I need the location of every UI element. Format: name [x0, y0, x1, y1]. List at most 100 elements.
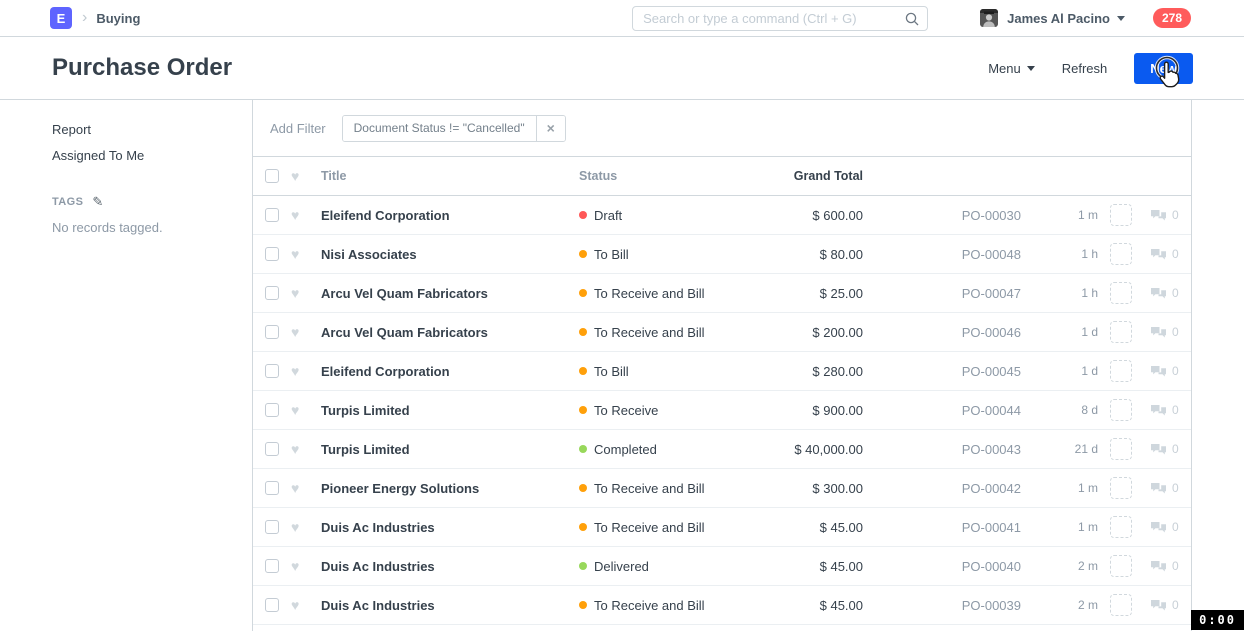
user-menu[interactable]: James Al Pacino	[1007, 11, 1125, 26]
notification-badge[interactable]: 278	[1153, 8, 1191, 28]
status-text: To Bill	[594, 364, 629, 379]
add-filter-button[interactable]: Add Filter	[270, 121, 326, 136]
new-button[interactable]: New	[1134, 53, 1193, 84]
assign-to-placeholder[interactable]	[1110, 399, 1132, 421]
liked-by-filter-heart-icon[interactable]: ♥	[291, 169, 321, 183]
row-title[interactable]: Arcu Vel Quam Fabricators	[321, 286, 579, 301]
sidebar-item-assigned-to-me[interactable]: Assigned To Me	[52, 148, 232, 163]
row-title[interactable]: Arcu Vel Quam Fabricators	[321, 325, 579, 340]
row-comments: 0	[1143, 286, 1191, 300]
like-heart-icon[interactable]: ♥	[291, 325, 321, 339]
like-heart-icon[interactable]: ♥	[291, 286, 321, 300]
row-title[interactable]: Duis Ac Industries	[321, 559, 579, 574]
top-navbar: E › Buying James Al Pacino 278	[0, 0, 1244, 37]
assign-to-placeholder[interactable]	[1110, 321, 1132, 343]
table-row[interactable]: ♥ Eleifend Corporation Draft $ 600.00 PO…	[253, 196, 1191, 235]
row-document-id[interactable]: PO-00043	[863, 442, 1021, 457]
like-heart-icon[interactable]: ♥	[291, 442, 321, 456]
row-checkbox[interactable]	[265, 442, 279, 456]
row-checkbox[interactable]	[265, 481, 279, 495]
column-header-title[interactable]: Title	[321, 169, 579, 183]
table-row[interactable]: ♥ Duis Ac Industries To Receive and Bill…	[253, 508, 1191, 547]
table-row[interactable]: ♥ Turpis Limited To Receive $ 900.00 PO-…	[253, 391, 1191, 430]
table-row[interactable]: ♥ Nisi Associates To Bill $ 80.00 PO-000…	[253, 235, 1191, 274]
row-title[interactable]: Duis Ac Industries	[321, 598, 579, 613]
row-comments: 0	[1143, 598, 1191, 612]
like-heart-icon[interactable]: ♥	[291, 247, 321, 261]
page-head: Purchase Order Menu Refresh New	[0, 37, 1244, 100]
row-checkbox[interactable]	[265, 286, 279, 300]
table-row[interactable]: ♥ Eleifend Corporation To Bill $ 280.00 …	[253, 352, 1191, 391]
row-checkbox[interactable]	[265, 403, 279, 417]
assign-to-placeholder[interactable]	[1110, 243, 1132, 265]
like-heart-icon[interactable]: ♥	[291, 520, 321, 534]
row-document-id[interactable]: PO-00044	[863, 403, 1021, 418]
like-heart-icon[interactable]: ♥	[291, 403, 321, 417]
row-document-id[interactable]: PO-00039	[863, 598, 1021, 613]
table-row[interactable]: ♥ Duis Ac Industries To Receive and Bill…	[253, 586, 1191, 625]
filter-area: Add Filter Document Status != "Cancelled…	[253, 100, 1191, 157]
row-checkbox[interactable]	[265, 208, 279, 222]
row-document-id[interactable]: PO-00045	[863, 364, 1021, 379]
select-all-checkbox[interactable]	[265, 169, 279, 183]
row-checkbox[interactable]	[265, 520, 279, 534]
like-heart-icon[interactable]: ♥	[291, 208, 321, 222]
row-document-id[interactable]: PO-00048	[863, 247, 1021, 262]
column-header-grand-total[interactable]: Grand Total	[749, 169, 863, 183]
row-title[interactable]: Turpis Limited	[321, 403, 579, 418]
row-checkbox[interactable]	[265, 247, 279, 261]
column-header-status[interactable]: Status	[579, 169, 749, 183]
row-checkbox[interactable]	[265, 325, 279, 339]
tags-empty-text: No records tagged.	[52, 220, 232, 235]
avatar[interactable]	[980, 9, 998, 27]
assign-to-placeholder[interactable]	[1110, 282, 1132, 304]
status-dot-icon	[579, 601, 587, 609]
row-title[interactable]: Turpis Limited	[321, 442, 579, 457]
row-checkbox[interactable]	[265, 364, 279, 378]
row-title[interactable]: Nisi Associates	[321, 247, 579, 262]
remove-filter-button[interactable]: ×	[536, 116, 565, 141]
search-input[interactable]	[632, 6, 928, 31]
row-comments: 0	[1143, 520, 1191, 534]
table-row[interactable]: ♥ Arcu Vel Quam Fabricators To Receive a…	[253, 274, 1191, 313]
row-document-id[interactable]: PO-00047	[863, 286, 1021, 301]
assign-to-placeholder[interactable]	[1110, 516, 1132, 538]
assign-to-placeholder[interactable]	[1110, 204, 1132, 226]
assign-to-placeholder[interactable]	[1110, 477, 1132, 499]
row-document-id[interactable]: PO-00046	[863, 325, 1021, 340]
filter-chip-label[interactable]: Document Status != "Cancelled"	[343, 116, 536, 141]
row-title[interactable]: Pioneer Energy Solutions	[321, 481, 579, 496]
like-heart-icon[interactable]: ♥	[291, 364, 321, 378]
row-document-id[interactable]: PO-00042	[863, 481, 1021, 496]
row-modified-time: 1 h	[1021, 247, 1098, 261]
assign-to-placeholder[interactable]	[1110, 594, 1132, 616]
row-title[interactable]: Duis Ac Industries	[321, 520, 579, 535]
status-dot-icon	[579, 367, 587, 375]
assign-to-placeholder[interactable]	[1110, 438, 1132, 460]
row-document-id[interactable]: PO-00041	[863, 520, 1021, 535]
breadcrumb[interactable]: Buying	[96, 11, 140, 26]
comment-count: 0	[1172, 286, 1179, 300]
row-modified-time: 2 m	[1021, 598, 1098, 612]
row-document-id[interactable]: PO-00030	[863, 208, 1021, 223]
row-title[interactable]: Eleifend Corporation	[321, 208, 579, 223]
app-logo[interactable]: E	[50, 7, 72, 29]
edit-tags-pencil-icon[interactable]: ✎	[92, 194, 103, 210]
assign-to-placeholder[interactable]	[1110, 555, 1132, 577]
row-checkbox[interactable]	[265, 559, 279, 573]
like-heart-icon[interactable]: ♥	[291, 481, 321, 495]
like-heart-icon[interactable]: ♥	[291, 559, 321, 573]
row-checkbox[interactable]	[265, 598, 279, 612]
row-modified-time: 2 m	[1021, 559, 1098, 573]
row-title[interactable]: Eleifend Corporation	[321, 364, 579, 379]
menu-button[interactable]: Menu	[988, 61, 1035, 76]
table-row[interactable]: ♥ Turpis Limited Completed $ 40,000.00 P…	[253, 430, 1191, 469]
sidebar-item-report[interactable]: Report	[52, 122, 232, 137]
assign-to-placeholder[interactable]	[1110, 360, 1132, 382]
table-row[interactable]: ♥ Arcu Vel Quam Fabricators To Receive a…	[253, 313, 1191, 352]
row-document-id[interactable]: PO-00040	[863, 559, 1021, 574]
table-row[interactable]: ♥ Pioneer Energy Solutions To Receive an…	[253, 469, 1191, 508]
table-row[interactable]: ♥ Duis Ac Industries Delivered $ 45.00 P…	[253, 547, 1191, 586]
like-heart-icon[interactable]: ♥	[291, 598, 321, 612]
refresh-button[interactable]: Refresh	[1062, 61, 1108, 76]
